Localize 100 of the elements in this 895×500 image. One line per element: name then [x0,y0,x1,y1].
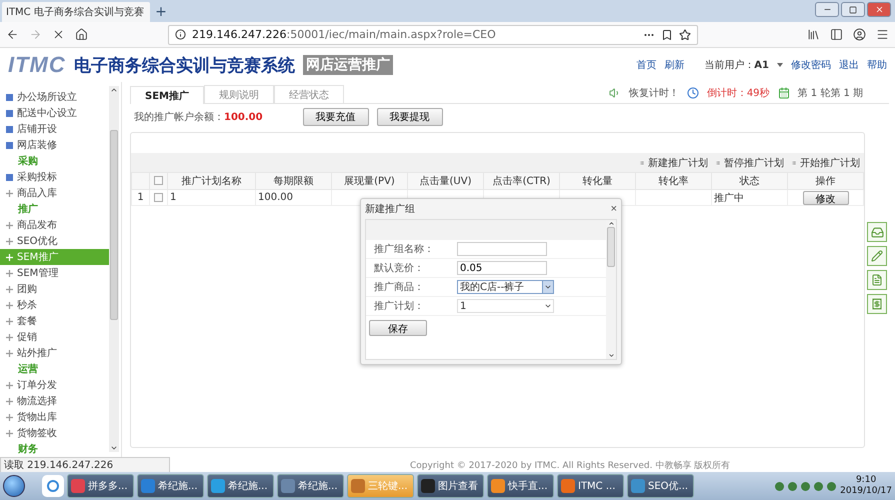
taskbar-item[interactable]: 希纪施... [207,474,274,498]
back-icon[interactable] [6,28,19,41]
toolbar-button[interactable]: 暂停推广计划 [712,153,788,172]
scroll-thumb[interactable] [607,227,615,267]
speaker-icon [608,87,621,99]
plus-icon[interactable] [6,270,13,276]
start-button[interactable] [3,475,25,497]
header-link[interactable]: 刷新 [664,58,684,72]
bookmark-icon[interactable] [661,28,673,40]
balance-button[interactable]: 我要充值 [302,108,369,126]
plus-icon[interactable] [6,382,13,388]
taskbar-item[interactable]: 图片查看 [417,474,484,498]
scroll-up-icon[interactable] [608,220,614,227]
minimize-button[interactable] [815,2,839,17]
save-button[interactable]: 保存 [369,320,427,336]
document-icon[interactable] [867,270,887,290]
tab[interactable]: SEM推广 [130,86,204,104]
info-icon[interactable] [175,29,186,40]
sidebar-item[interactable]: SEO优化 [0,233,109,249]
toolbar-button[interactable]: 开始推广计划 [788,153,864,172]
input-field[interactable] [457,242,547,256]
sidebar-item[interactable]: SEM管理 [0,265,109,281]
caret-icon[interactable] [544,283,552,291]
header-link[interactable]: 帮助 [867,58,887,72]
dropdown[interactable]: 我的C店--裤子 [457,280,554,294]
close-button[interactable] [867,2,891,17]
checkbox[interactable] [154,192,163,202]
resume-timer-link[interactable]: 恢复计时！ [628,86,679,100]
scroll-down-icon[interactable] [608,352,614,359]
scrollbar[interactable] [606,220,616,359]
checkbox[interactable] [154,176,163,186]
sidebar-item[interactable]: 秒杀 [0,297,109,313]
header-link[interactable]: 首页 [636,58,656,72]
plus-icon[interactable] [6,318,13,324]
inbox-icon[interactable] [867,222,887,242]
sidebar-item[interactable]: 商品发布 [0,217,109,233]
input-field[interactable]: 0.05 [457,261,547,275]
tab[interactable]: 经营状态 [274,85,344,103]
sidebar-item[interactable]: 商品入库 [0,185,109,201]
new-tab-button[interactable]: + [150,2,172,22]
scroll-down-icon[interactable] [110,444,118,452]
sidebar-item[interactable]: 站外推广 [0,345,109,361]
dropdown[interactable]: 1 [457,299,554,313]
sidebar-item[interactable]: 订单分发 [0,377,109,393]
scroll-up-icon[interactable] [110,86,118,94]
sidebar-item[interactable]: 团购 [0,281,109,297]
forward-icon[interactable] [29,28,42,41]
library-icon[interactable] [807,28,820,41]
scrollbar[interactable] [109,86,119,452]
plus-icon[interactable] [6,286,13,292]
address-field[interactable]: 219.146.247.226:50001/iec/main/main.aspx?role=CEO [168,24,698,44]
sidebar-item[interactable]: 套餐 [0,313,109,329]
clock[interactable]: 9:10 2019/10/17 [840,475,892,497]
balance-text: 我的推广帐户余额：100.00 [134,110,263,124]
header-link[interactable]: 修改密码 [791,58,831,72]
sidebar-item[interactable]: 店铺开设 [0,121,109,137]
sidebar-item[interactable]: 货物签收 [0,425,109,441]
plus-icon[interactable] [6,302,13,308]
sidebar-item[interactable]: 办公场所设立 [0,89,109,105]
taskbar-item[interactable]: ITMC ... [557,474,624,498]
receipt-icon[interactable] [867,294,887,314]
app-icon[interactable] [42,475,64,497]
plus-icon[interactable] [6,398,13,404]
balance-button[interactable]: 我要提现 [376,108,443,126]
tab[interactable]: 规则说明 [204,85,274,103]
sidebar-item[interactable]: 物流选择 [0,393,109,409]
header-link[interactable]: 退出 [839,58,859,72]
maximize-button[interactable] [841,2,865,17]
sidebar-item[interactable]: 货物出库 [0,409,109,425]
home-icon[interactable] [75,28,88,41]
plus-icon[interactable] [6,334,13,340]
plus-icon[interactable] [6,414,13,420]
toolbar-button[interactable]: 新建推广计划 [636,153,712,172]
caret-icon[interactable] [777,63,783,67]
scroll-thumb[interactable] [110,130,118,320]
plus-icon[interactable] [6,238,13,244]
edit-button[interactable]: 修改 [802,190,848,204]
sidebar-item[interactable]: 采购投标 [0,169,109,185]
sidebar-item[interactable]: 配送中心设立 [0,105,109,121]
taskbar-item[interactable]: 拼多多... [67,474,134,498]
plus-icon[interactable] [6,430,13,436]
menu-icon[interactable] [876,28,889,41]
taskbar-item[interactable]: 快手直... [487,474,554,498]
plus-icon[interactable] [6,222,13,228]
caret-icon[interactable] [544,302,552,310]
plus-icon[interactable] [6,190,13,196]
star-icon[interactable] [679,28,691,40]
edit-icon[interactable] [867,246,887,266]
taskbar-item[interactable]: 希纪施... [137,474,204,498]
sidebar-icon[interactable] [830,28,843,41]
taskbar-item[interactable]: 希纪施... [277,474,344,498]
close-button[interactable]: × [610,203,617,215]
sidebar-item[interactable]: 网店装修 [0,137,109,153]
sidebar-heading: 推广 [16,202,39,217]
plus-icon[interactable] [6,350,13,356]
taskbar-item[interactable]: SEO优... [627,474,694,498]
account-icon[interactable] [853,28,866,41]
browser-tab[interactable]: ITMC 电子商务综合实训与竞赛 [2,2,150,22]
sidebar-item[interactable]: 促销 [0,329,109,345]
stop-icon[interactable] [52,28,65,41]
